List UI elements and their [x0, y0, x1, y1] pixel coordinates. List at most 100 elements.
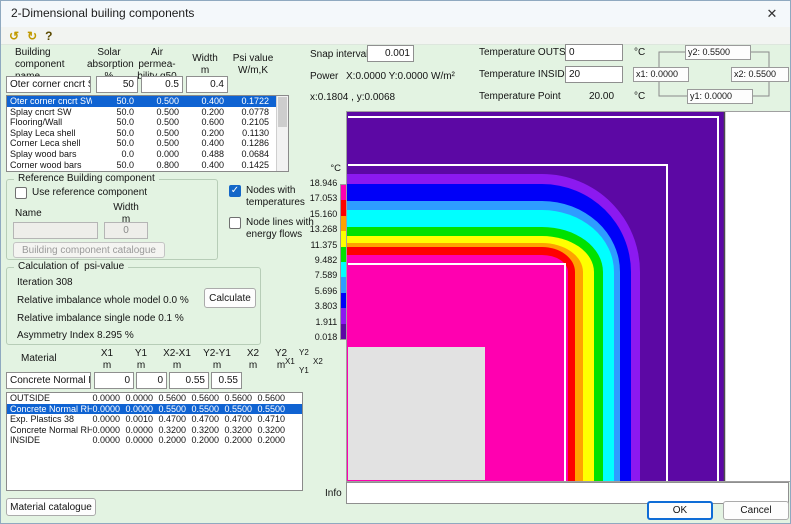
help-icon[interactable]: ?	[45, 30, 52, 42]
row-name-cell: Exp. Plastics 38	[7, 414, 92, 425]
component-list[interactable]: Oter corner cncrt SW50.00.5000.4000.1722…	[6, 95, 289, 172]
row-value-cell: 0.3200	[158, 425, 191, 436]
row-value-cell: 0.0684	[229, 149, 274, 160]
cancel-button[interactable]: Cancel	[723, 501, 789, 520]
calculation-group-title: Calculation of psi-value	[14, 261, 128, 272]
row-value-cell: 0.0000	[125, 393, 158, 404]
legend-value: 13.268	[301, 222, 340, 237]
nodes-with-temperatures-checkbox[interactable]: Nodes with temperatures	[229, 185, 305, 209]
legend-value: 18.946	[301, 176, 340, 191]
header-y1: Y1 m	[123, 348, 159, 372]
legend-value: 15.160	[301, 207, 340, 222]
axis-y2-label: Y2	[299, 348, 309, 357]
material-list[interactable]: OUTSIDE0.00000.00000.56000.56000.56000.5…	[6, 392, 303, 491]
window-title: 2-Dimensional builing components	[11, 6, 194, 20]
legend-value: 3.803	[301, 299, 340, 314]
reference-group-title: Reference Building component	[14, 173, 159, 184]
row-value-cell: 50.0	[92, 160, 139, 171]
row-value-cell: 0.1130	[229, 128, 274, 139]
temperature-outside-field[interactable]: 0	[565, 44, 623, 61]
extent-y1-field[interactable]: y1: 0.0000	[687, 89, 753, 104]
row-name-cell: Flooring/Wall	[7, 117, 92, 128]
table-row[interactable]: OUTSIDE0.00000.00000.56000.56000.56000.5…	[7, 393, 302, 404]
row-value-cell: 0.2105	[229, 117, 274, 128]
calculation-group: Calculation of psi-value Iteration 308 R…	[6, 267, 261, 345]
row-value-cell: 0.500	[139, 107, 184, 118]
redo-icon[interactable]: ↻	[27, 30, 37, 42]
calculate-button[interactable]: Calculate	[204, 288, 256, 308]
row-value-cell: 0.5600	[158, 393, 191, 404]
use-reference-component-checkbox[interactable]: Use reference component	[15, 187, 147, 199]
row-value-cell: 0.5600	[224, 393, 257, 404]
table-row[interactable]: Oter corner cncrt SW50.00.5000.4000.1722	[7, 96, 288, 107]
material-x1-input[interactable]: 0	[94, 372, 134, 389]
table-row[interactable]: Corner wood bars50.00.8000.4000.1425	[7, 160, 288, 171]
row-value-cell: 0.400	[184, 160, 229, 171]
extent-x1-field[interactable]: x1: 0.0000	[633, 67, 689, 82]
table-row[interactable]: INSIDE0.00000.00000.20000.20000.20000.20…	[7, 435, 302, 446]
row-value-cell: 0.4700	[158, 414, 191, 425]
material-catalogue-button[interactable]: Material catalogue	[6, 498, 96, 516]
power-value: X:0.0000 Y:0.0000	[346, 71, 428, 83]
component-name-input[interactable]: Oter corner cncrt SW	[6, 76, 91, 93]
solar-absorption-input[interactable]: 50	[96, 76, 138, 93]
extent-diagram: y2: 0.5500 x1: 0.0000 x2: 0.5500 y1: 0.0…	[629, 41, 791, 107]
checkbox-box[interactable]	[15, 187, 27, 199]
row-value-cell: 0.400	[184, 138, 229, 149]
undo-icon[interactable]: ↺	[9, 30, 19, 42]
reference-width-field[interactable]: 0	[104, 222, 148, 239]
table-row[interactable]: Flooring/Wall50.00.5000.6000.2105	[7, 117, 288, 128]
width-input[interactable]: 0.4	[186, 76, 228, 93]
snap-interval-field[interactable]: 0.001	[367, 45, 414, 62]
component-list-scrollbar[interactable]	[276, 96, 288, 171]
row-value-cell: 0.5600	[191, 393, 224, 404]
ok-button[interactable]: OK	[647, 501, 713, 520]
row-name-cell: Splay Leca shell	[7, 128, 92, 139]
header-x2-x1: X2-X1 m	[157, 348, 197, 372]
table-row[interactable]: Splay wood bars0.00.0000.4880.0684	[7, 149, 288, 160]
close-button[interactable]: ✕	[754, 1, 790, 27]
row-name-cell: Corner Leca shell	[7, 138, 92, 149]
extent-x2-field[interactable]: x2: 0.5500	[731, 67, 789, 82]
legend-value: 7.589	[301, 268, 340, 283]
row-value-cell: 0.600	[184, 117, 229, 128]
row-value-cell: 0.400	[184, 96, 229, 107]
row-value-cell: 0.0000	[92, 414, 125, 425]
imbalance-whole-model-text: Relative imbalance whole model 0.0 %	[17, 295, 189, 307]
row-value-cell: 0.0000	[92, 425, 125, 436]
row-name-cell: Concrete Normal RH	[7, 425, 92, 436]
row-value-cell: 0.0778	[229, 107, 274, 118]
row-value-cell: 0.2000	[257, 435, 290, 446]
table-row[interactable]: Splay Leca shell50.00.5000.2000.1130	[7, 128, 288, 139]
checkbox-box[interactable]	[229, 217, 241, 229]
checkbox-box[interactable]	[229, 185, 241, 197]
air-permeability-input[interactable]: 0.5	[141, 76, 183, 93]
temperature-inside-label: Temperature INSIDE	[479, 69, 571, 81]
building-component-catalogue-button[interactable]: Building component catalogue	[13, 242, 165, 258]
legend-value: 17.053	[301, 191, 340, 206]
material-name-input[interactable]: Concrete Normal RH	[6, 372, 91, 389]
material-dy-input[interactable]: 0.55	[211, 372, 242, 389]
material-y1-input[interactable]: 0	[136, 372, 167, 389]
material-dx-input[interactable]: 0.55	[169, 372, 209, 389]
table-row[interactable]: Splay cncrt SW50.00.5000.2000.0778	[7, 107, 288, 118]
checkbox-label: Use reference component	[32, 187, 147, 199]
table-row[interactable]: Exp. Plastics 380.00000.00100.47000.4700…	[7, 414, 302, 425]
info-field[interactable]	[346, 482, 789, 504]
row-value-cell: 0.0000	[125, 404, 158, 415]
cursor-coordinates: x:0.1804 , y:0.0068	[310, 92, 395, 104]
table-row[interactable]: Concrete Normal RH0.00000.00000.32000.32…	[7, 425, 302, 436]
extent-y2-field[interactable]: y2: 0.5500	[685, 45, 751, 60]
table-row[interactable]: Corner Leca shell50.00.5000.4000.1286	[7, 138, 288, 149]
iteration-text: Iteration 308	[17, 277, 73, 289]
temperature-inside-field[interactable]: 20	[565, 66, 623, 83]
row-value-cell: 0.0000	[92, 393, 125, 404]
thermal-plot-panel[interactable]	[346, 111, 791, 482]
reference-name-field[interactable]	[13, 222, 98, 239]
row-name-cell: Oter corner cncrt SW	[7, 96, 92, 107]
row-value-cell: 0.3200	[224, 425, 257, 436]
row-value-cell: 0.0	[92, 149, 139, 160]
legend-values: 18.94617.05315.16013.26811.3759.4827.589…	[301, 176, 340, 345]
thermal-contour-plot[interactable]	[347, 112, 790, 481]
table-row[interactable]: Concrete Normal RH0.00000.00000.55000.55…	[7, 404, 302, 415]
